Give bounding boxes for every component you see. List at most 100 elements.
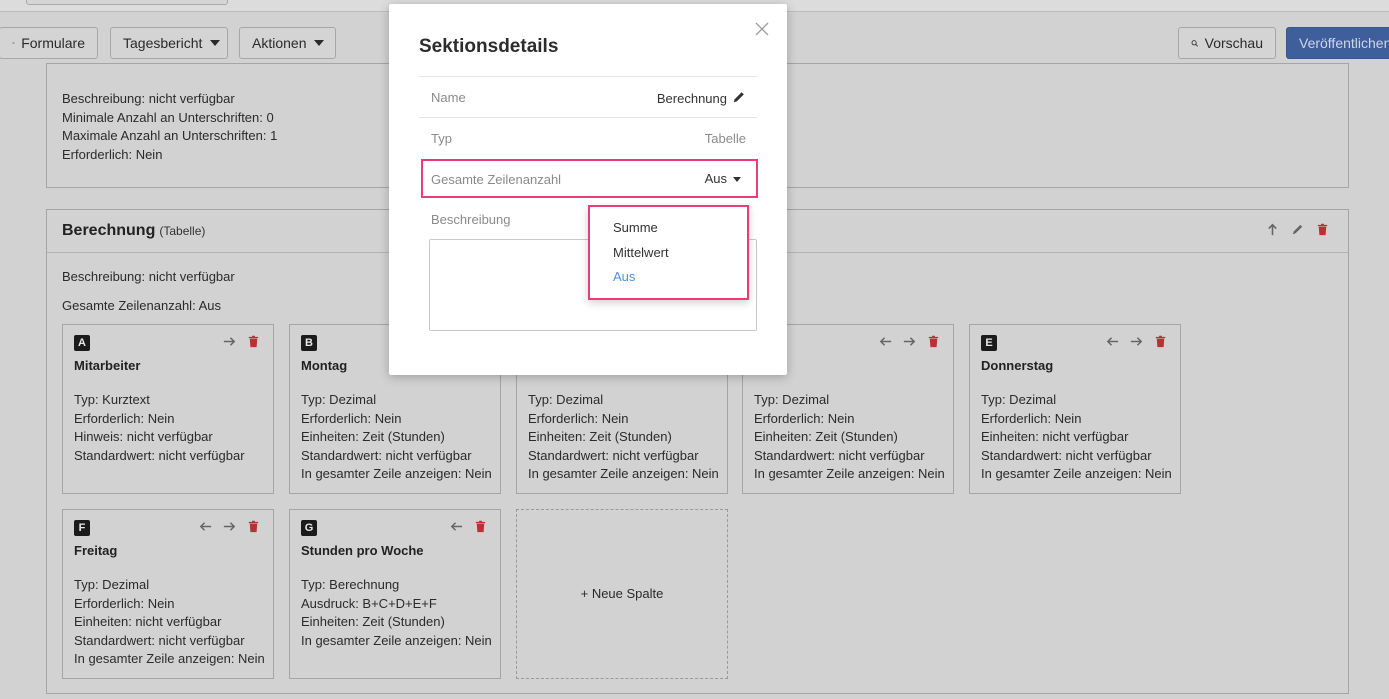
signature-max: Maximale Anzahl an Unterschriften: 1 [62,128,278,143]
trash-icon[interactable] [1153,334,1168,349]
column-detail: Erforderlich: Nein [74,411,175,426]
column-detail: Einheiten: Zeit (Stunden) [301,614,445,629]
arrow-right-icon[interactable] [222,334,237,349]
preview-button[interactable]: Vorschau [1178,27,1276,59]
type-label: Typ [431,131,452,146]
column-detail: Typ: Dezimal [981,392,1057,407]
type-row: Typ Tabelle [419,118,757,159]
arrow-up-icon[interactable] [1265,222,1280,237]
arrow-left-icon[interactable] [198,519,213,534]
section-title-text: Berechnung [62,222,156,239]
column-letter-badge: A [74,335,90,351]
new-column-button[interactable]: + Neue Spalte [516,509,728,679]
column-title: Montag [301,358,348,373]
column-detail: Standardwert: nicht verfügbar [74,633,245,648]
back-to-forms-button[interactable]: Formulare [0,27,98,59]
arrow-left-icon [12,42,15,44]
column-detail: Hinweis: nicht verfügbar [74,429,213,444]
section-title: Berechnung (Tabelle) [62,222,205,240]
column-card-e[interactable]: E Donnerstag Typ: Dezimal Erforderlich: … [969,324,1181,494]
column-detail: Ausdruck: B+C+D+E+F [301,596,437,611]
section-details-modal: Sektionsdetails Name Berechnung Typ Tabe… [389,4,787,375]
column-letter-badge: E [981,335,997,351]
column-actions [878,334,941,349]
column-actions [449,519,488,534]
column-detail: Erforderlich: Nein [74,596,175,611]
actions-label: Aktionen [252,35,307,51]
arrow-left-icon[interactable] [878,334,893,349]
name-label: Name [431,90,466,105]
signature-required: Erforderlich: Nein [62,147,163,162]
column-detail: Typ: Dezimal [74,577,150,592]
arrow-right-icon[interactable] [902,334,917,349]
close-icon[interactable] [754,21,770,37]
search-icon [1191,39,1198,47]
trash-icon[interactable] [246,519,261,534]
column-detail: Erforderlich: Nein [301,411,402,426]
publish-button[interactable]: Veröffentlichen [1286,27,1389,59]
column-detail: Erforderlich: Nein [754,411,855,426]
trash-icon[interactable] [926,334,941,349]
trash-icon[interactable] [473,519,488,534]
total-rows-dropdown-menu: Summe Mittelwert Aus [588,205,749,300]
dropdown-option-aus[interactable]: Aus [613,269,635,284]
column-actions [198,519,261,534]
dropdown-option-summe[interactable]: Summe [613,220,658,235]
column-detail: In gesamter Zeile anzeigen: Nein [981,466,1172,481]
column-detail: Einheiten: nicht verfügbar [74,614,222,629]
column-actions [1105,334,1168,349]
publish-label: Veröffentlichen [1299,35,1389,51]
column-card-g[interactable]: G Stunden pro Woche Typ: Berechnung Ausd… [289,509,501,679]
column-detail: In gesamter Zeile anzeigen: Nein [74,651,265,666]
dropdown-option-mittelwert[interactable]: Mittelwert [613,245,669,260]
column-detail: Standardwert: nicht verfügbar [981,448,1152,463]
section-type: (Tabelle) [159,224,206,238]
column-letter-badge: B [301,335,317,351]
modal-title: Sektionsdetails [419,36,559,57]
name-row: Name Berechnung [419,77,757,118]
column-detail: Standardwert: nicht verfügbar [528,448,699,463]
signature-min: Minimale Anzahl an Unterschriften: 0 [62,110,274,125]
arrow-right-icon[interactable] [222,519,237,534]
column-detail: Standardwert: nicht verfügbar [301,448,472,463]
column-detail: Erforderlich: Nein [981,411,1082,426]
column-card-a[interactable]: A Mitarbeiter Typ: Kurztext Erforderlich… [62,324,274,494]
trash-icon[interactable] [246,334,261,349]
column-detail: Standardwert: nicht verfügbar [74,448,245,463]
column-title: Mitarbeiter [74,358,141,373]
column-detail: Einheiten: nicht verfügbar [981,429,1129,444]
column-detail: Typ: Dezimal [754,392,830,407]
caret-down-icon [314,40,325,46]
pencil-icon[interactable] [732,90,746,104]
name-value: Berechnung [656,91,727,106]
column-detail: In gesamter Zeile anzeigen: Nein [301,633,492,648]
column-detail: In gesamter Zeile anzeigen: Nein [528,466,719,481]
new-column-label: + Neue Spalte [580,586,664,601]
column-title: Donnerstag [981,358,1054,373]
column-detail: Erforderlich: Nein [528,411,629,426]
column-detail: Einheiten: Zeit (Stunden) [528,429,672,444]
column-detail: Typ: Dezimal [301,392,377,407]
total-rows-highlight [421,159,758,198]
back-to-forms-label: Formulare [21,35,85,51]
top-field-stub [26,0,228,5]
column-detail: Typ: Dezimal [528,392,604,407]
trash-icon[interactable] [1315,222,1330,237]
preview-label: Vorschau [1204,35,1263,51]
arrow-right-icon[interactable] [1129,334,1144,349]
actions-dropdown[interactable]: Aktionen [239,27,336,59]
caret-down-icon [210,40,221,46]
section-total-rows: Gesamte Zeilenanzahl: Aus [62,298,221,313]
signature-description: Beschreibung: nicht verfügbar [62,91,235,106]
arrow-left-icon[interactable] [449,519,464,534]
column-detail: In gesamter Zeile anzeigen: Nein [754,466,945,481]
arrow-left-icon[interactable] [1105,334,1120,349]
description-label: Beschreibung [431,212,511,227]
column-card-f[interactable]: F Freitag Typ: Dezimal Erforderlich: Nei… [62,509,274,679]
pencil-icon[interactable] [1290,222,1305,237]
column-letter-badge: F [74,520,90,536]
column-detail: Typ: Kurztext [74,392,150,407]
section-actions [1265,222,1330,237]
daily-report-dropdown[interactable]: Tagesbericht [110,27,228,59]
column-title: Freitag [74,543,118,558]
